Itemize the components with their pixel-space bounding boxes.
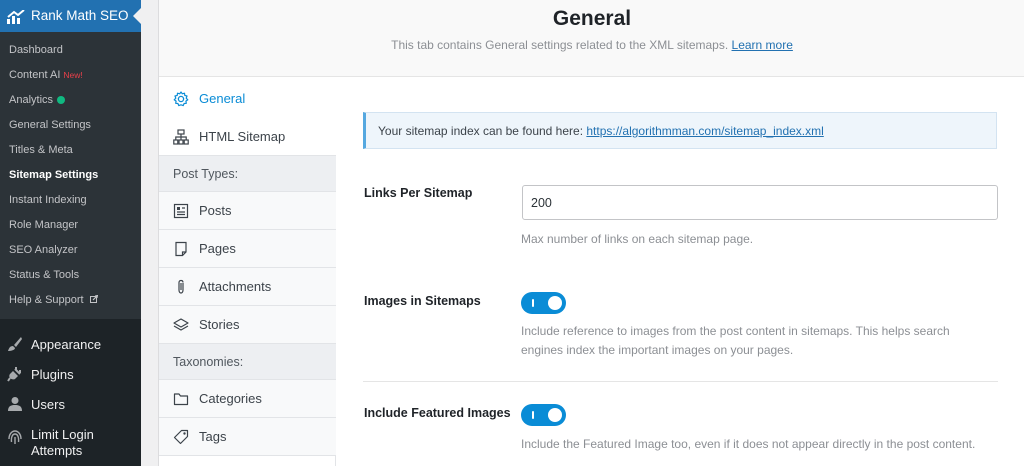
- tab-tags[interactable]: Tags: [159, 418, 336, 456]
- sitemap-icon: [173, 129, 189, 145]
- section-divider: [363, 381, 998, 382]
- rank-math-menu-header[interactable]: Rank Math SEO: [0, 0, 141, 32]
- post-types-heading: Post Types:: [159, 156, 336, 192]
- paperclip-icon: [178, 279, 184, 294]
- fingerprint-icon: [8, 430, 22, 444]
- main-content: General This tab contains General settin…: [141, 0, 1024, 466]
- tab-categories[interactable]: Categories: [159, 380, 336, 418]
- admin-sidebar: Rank Math SEO Dashboard Content AI New! A…: [0, 0, 141, 466]
- tag-icon: [173, 429, 189, 445]
- stories-icon: [173, 318, 189, 331]
- submenu-content-ai[interactable]: Content AI New!: [9, 68, 83, 82]
- external-link-icon: [89, 295, 98, 303]
- sitemap-index-notice: Your sitemap index can be found here: ht…: [363, 112, 997, 149]
- menu-appearance[interactable]: Appearance: [0, 329, 141, 359]
- menu-plugins[interactable]: Plugins: [0, 359, 141, 389]
- taxonomies-heading: Taxonomies:: [159, 344, 336, 380]
- submenu-role-manager[interactable]: Role Manager: [9, 218, 78, 232]
- paintbrush-icon: [8, 337, 22, 351]
- submenu-analytics[interactable]: Analytics: [9, 93, 66, 107]
- submenu-status-tools[interactable]: Status & Tools: [9, 268, 79, 282]
- settings-tabs: General HTML Sitemap Post Types: Posts P…: [159, 80, 336, 466]
- sitemap-settings-panel: General This tab contains General settin…: [158, 0, 1024, 466]
- plug-icon: [7, 367, 21, 382]
- include-featured-images-help: Include the Featured Image too, even if …: [521, 437, 976, 451]
- posts-icon: [173, 203, 189, 219]
- links-per-sitemap-label: Links Per Sitemap: [364, 186, 473, 200]
- submenu-help-support[interactable]: Help & Support: [9, 293, 98, 307]
- include-featured-images-toggle[interactable]: [521, 404, 566, 426]
- submenu-sitemap-settings[interactable]: Sitemap Settings: [9, 168, 98, 182]
- menu-users[interactable]: Users: [0, 389, 141, 419]
- submenu-general-settings[interactable]: General Settings: [9, 118, 91, 132]
- links-per-sitemap-help: Max number of links on each sitemap page…: [521, 232, 754, 246]
- submenu-titles-meta[interactable]: Titles & Meta: [9, 143, 73, 157]
- menu-limit-login-attempts[interactable]: Limit Login Attempts: [0, 419, 141, 459]
- images-in-sitemaps-toggle[interactable]: [521, 292, 566, 314]
- images-in-sitemaps-label: Images in Sitemaps: [364, 294, 481, 308]
- page-title: General: [552, 7, 632, 30]
- learn-more-link[interactable]: Learn more: [732, 38, 793, 52]
- rank-math-menu-title: Rank Math SEO: [31, 8, 129, 23]
- sitemap-index-link[interactable]: https://algorithmman.com/sitemap_index.x…: [586, 124, 823, 138]
- links-per-sitemap-input[interactable]: [522, 185, 998, 220]
- submenu-seo-analyzer[interactable]: SEO Analyzer: [9, 243, 77, 257]
- new-badge: New!: [63, 70, 83, 80]
- user-icon: [8, 397, 22, 411]
- panel-header: General This tab contains General settin…: [159, 0, 1024, 77]
- tab-pages[interactable]: Pages: [159, 230, 336, 268]
- page-description: This tab contains General settings relat…: [391, 38, 793, 52]
- submenu-dashboard[interactable]: Dashboard: [9, 43, 63, 57]
- include-featured-images-label: Include Featured Images: [364, 406, 511, 420]
- pages-icon: [175, 241, 187, 257]
- tab-stories[interactable]: Stories: [159, 306, 336, 344]
- images-in-sitemaps-help: Include reference to images from the pos…: [521, 324, 950, 357]
- folder-icon: [173, 393, 189, 406]
- rank-math-submenu: Dashboard Content AI New! Analytics Gener…: [0, 32, 141, 319]
- gear-icon: [173, 91, 189, 107]
- current-menu-arrow: [133, 8, 141, 24]
- tab-posts[interactable]: Posts: [159, 192, 336, 230]
- analytics-status-dot: [57, 96, 66, 104]
- tab-general[interactable]: General: [159, 80, 336, 118]
- tab-html-sitemap[interactable]: HTML Sitemap: [159, 118, 336, 156]
- submenu-instant-indexing[interactable]: Instant Indexing: [9, 193, 87, 207]
- rank-math-logo-icon: [7, 10, 25, 24]
- tab-attachments[interactable]: Attachments: [159, 268, 336, 306]
